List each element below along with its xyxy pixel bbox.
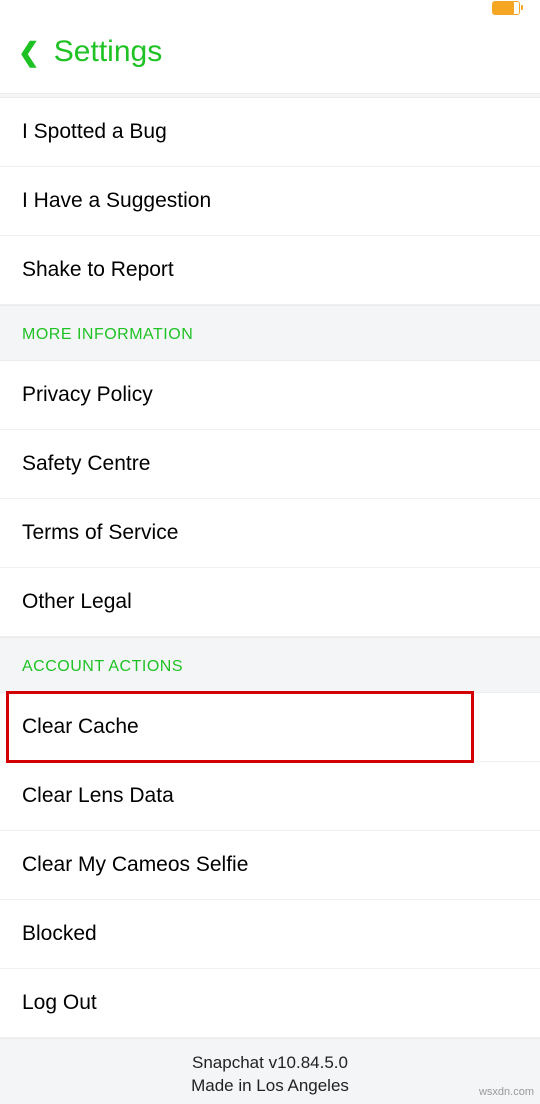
list-item-label: Blocked [22,922,97,945]
item-have-suggestion[interactable]: I Have a Suggestion [0,167,540,236]
item-safety-centre[interactable]: Safety Centre [0,430,540,499]
feedback-list: I Spotted a Bug I Have a Suggestion Shake … [0,98,540,305]
section-header-account-actions: ACCOUNT ACTIONS [0,637,540,693]
list-item-label: Safety Centre [22,452,150,475]
list-item-label: Terms of Service [22,521,178,544]
item-terms-of-service[interactable]: Terms of Service [0,499,540,568]
item-other-legal[interactable]: Other Legal [0,568,540,637]
list-item-label: Other Legal [22,590,132,613]
list-item-label: Clear My Cameos Selfie [22,853,248,876]
list-item-label: I Spotted a Bug [22,120,167,143]
list-item-label: I Have a Suggestion [22,189,211,212]
item-spotted-bug[interactable]: I Spotted a Bug [0,98,540,167]
battery-icon [492,1,520,15]
list-item-label: Shake to Report [22,258,174,281]
item-shake-to-report[interactable]: Shake to Report [0,236,540,305]
item-clear-lens-data[interactable]: Clear Lens Data [0,762,540,831]
list-item-label: Clear Cache [22,715,139,738]
footer: Snapchat v10.84.5.0 Made in Los Angeles [0,1038,540,1104]
list-item-label: Clear Lens Data [22,784,174,807]
more-info-list: Privacy Policy Safety Centre Terms of Serv… [0,361,540,637]
status-bar [0,0,540,17]
item-privacy-policy[interactable]: Privacy Policy [0,361,540,430]
list-item-label: Log Out [22,991,97,1014]
item-blocked[interactable]: Blocked [0,900,540,969]
list-item-label: Privacy Policy [22,383,153,406]
page-title: Settings [54,35,162,69]
footer-made-in: Made in Los Angeles [0,1075,540,1098]
account-actions-list: Clear Cache Clear Lens Data Clear My Cameo… [0,693,540,1038]
back-icon[interactable]: ❮ [18,39,40,65]
watermark: wsxdn.com [479,1086,534,1098]
item-log-out[interactable]: Log Out [0,969,540,1038]
footer-version: Snapchat v10.84.5.0 [0,1052,540,1075]
section-header-more-info: MORE INFORMATION [0,305,540,361]
item-clear-cameos-selfie[interactable]: Clear My Cameos Selfie [0,831,540,900]
header: ❮ Settings [0,17,540,93]
item-clear-cache[interactable]: Clear Cache [0,693,540,762]
